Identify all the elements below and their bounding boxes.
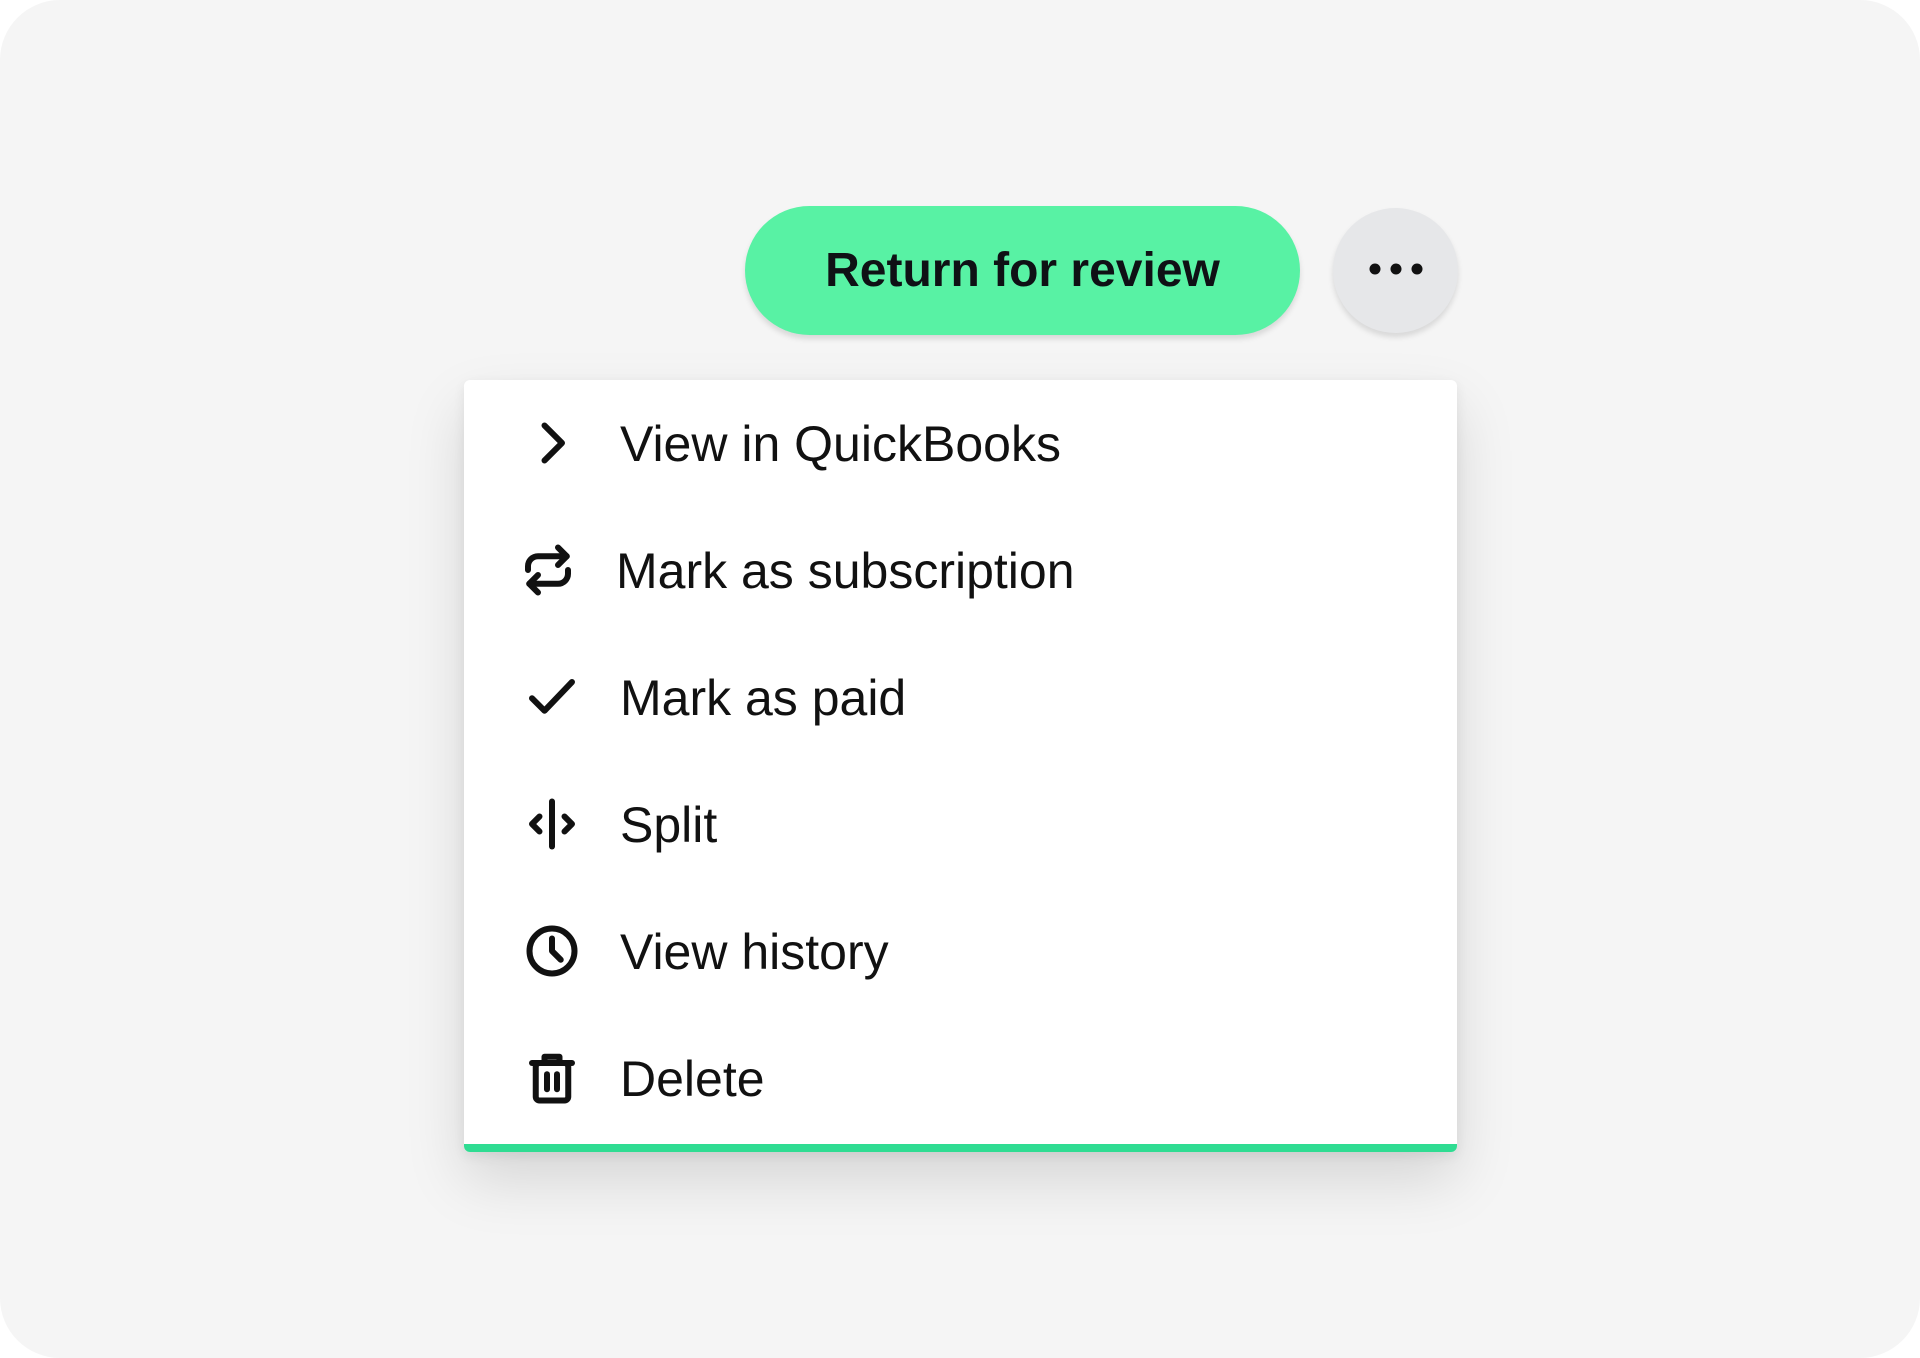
menu-item-view-in-quickbooks[interactable]: View in QuickBooks bbox=[464, 380, 1457, 507]
menu-item-label: Split bbox=[620, 796, 718, 853]
clock-icon bbox=[522, 921, 582, 981]
split-icon bbox=[522, 794, 582, 854]
menu-item-mark-as-subscription[interactable]: Mark as subscription bbox=[464, 507, 1457, 634]
repeat-icon bbox=[518, 540, 578, 600]
chevron-right-icon bbox=[522, 413, 582, 473]
more-options-button[interactable] bbox=[1333, 208, 1458, 333]
menu-item-label: Delete bbox=[620, 1050, 765, 1107]
menu-item-view-history[interactable]: View history bbox=[464, 888, 1457, 1015]
menu-item-split[interactable]: Split bbox=[464, 761, 1457, 888]
menu-item-mark-as-paid[interactable]: Mark as paid bbox=[464, 634, 1457, 761]
menu-item-label: View history bbox=[620, 923, 889, 980]
trash-icon bbox=[522, 1048, 582, 1108]
menu-item-delete[interactable]: Delete bbox=[464, 1015, 1457, 1142]
more-horizontal-icon bbox=[1366, 259, 1426, 282]
menu-item-label: View in QuickBooks bbox=[620, 415, 1061, 472]
return-for-review-label: Return for review bbox=[825, 244, 1220, 297]
actions-dropdown-menu: View in QuickBooks Mark as subscription … bbox=[464, 380, 1457, 1152]
return-for-review-button[interactable]: Return for review bbox=[745, 206, 1300, 335]
check-icon bbox=[522, 667, 582, 727]
menu-item-label: Mark as paid bbox=[620, 669, 907, 726]
background-card: Return for review View in QuickBooks Mar… bbox=[0, 0, 1920, 1358]
menu-item-label: Mark as subscription bbox=[616, 542, 1075, 599]
